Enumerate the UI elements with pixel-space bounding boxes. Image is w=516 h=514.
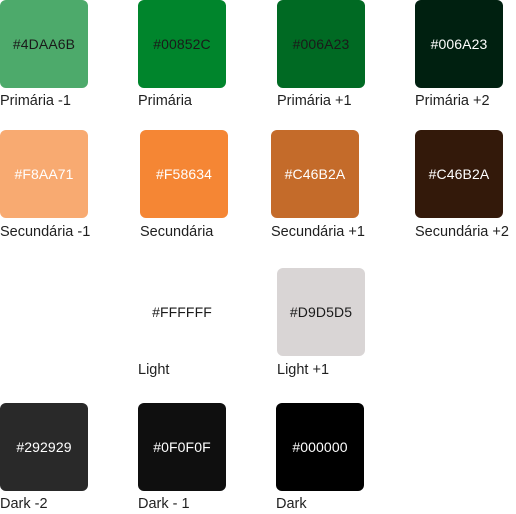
swatch-hex: #006A23 bbox=[292, 36, 350, 52]
swatch-label: Primária bbox=[138, 93, 192, 109]
swatch-hex: #D9D5D5 bbox=[289, 304, 353, 320]
swatch-hex: #292929 bbox=[16, 439, 72, 455]
swatch-primaria-plus-1: #006A23 bbox=[277, 0, 365, 88]
swatch-primaria-minus-1: #4DAA6B bbox=[0, 0, 88, 88]
swatch-label: Dark -2 bbox=[0, 496, 48, 512]
swatch-label: Light bbox=[138, 362, 170, 378]
swatch-label: Dark - 1 bbox=[138, 496, 190, 512]
swatch-primaria: #00852C bbox=[138, 0, 226, 88]
swatch-hex: #C46B2A bbox=[284, 166, 346, 182]
swatch-primaria-plus-2: #006A23 bbox=[415, 0, 503, 88]
swatch-secundaria-minus-1: #F8AA71 bbox=[0, 130, 88, 218]
swatch-secundaria: #F58634 bbox=[140, 130, 228, 218]
swatch-label: Secundária bbox=[140, 224, 214, 240]
swatch-secundaria-plus-1: #C46B2A bbox=[271, 130, 359, 218]
swatch-hex: #F8AA71 bbox=[14, 166, 74, 182]
swatch-hex: #F58634 bbox=[156, 166, 212, 182]
swatch-label: Secundária -1 bbox=[0, 224, 91, 240]
swatch-hex: #000000 bbox=[292, 439, 348, 455]
swatch-label: Dark bbox=[276, 496, 307, 512]
swatch-hex: #0F0F0F bbox=[153, 439, 211, 455]
swatch-label: Secundária +1 bbox=[271, 224, 365, 240]
swatch-secundaria-plus-2: #C46B2A bbox=[415, 130, 503, 218]
swatch-dark-minus-1: #0F0F0F bbox=[138, 403, 226, 491]
swatch-hex: #4DAA6B bbox=[12, 36, 76, 52]
swatch-light: #FFFFFF bbox=[138, 268, 226, 356]
color-palette: #4DAA6B Primária -1 #00852C Primária #00… bbox=[0, 0, 516, 514]
swatch-label: Primária +1 bbox=[277, 93, 352, 109]
swatch-hex: #00852C bbox=[153, 36, 211, 52]
swatch-label: Light +1 bbox=[277, 362, 330, 378]
swatch-label: Primária +2 bbox=[415, 93, 490, 109]
swatch-dark: #000000 bbox=[276, 403, 364, 491]
swatch-hex: #C46B2A bbox=[428, 166, 490, 182]
swatch-hex: #006A23 bbox=[430, 36, 488, 52]
swatch-light-plus-1: #D9D5D5 bbox=[277, 268, 365, 356]
swatch-dark-minus-2: #292929 bbox=[0, 403, 88, 491]
swatch-label: Secundária +2 bbox=[415, 224, 509, 240]
swatch-label: Primária -1 bbox=[0, 93, 71, 109]
swatch-hex: #FFFFFF bbox=[152, 304, 212, 320]
